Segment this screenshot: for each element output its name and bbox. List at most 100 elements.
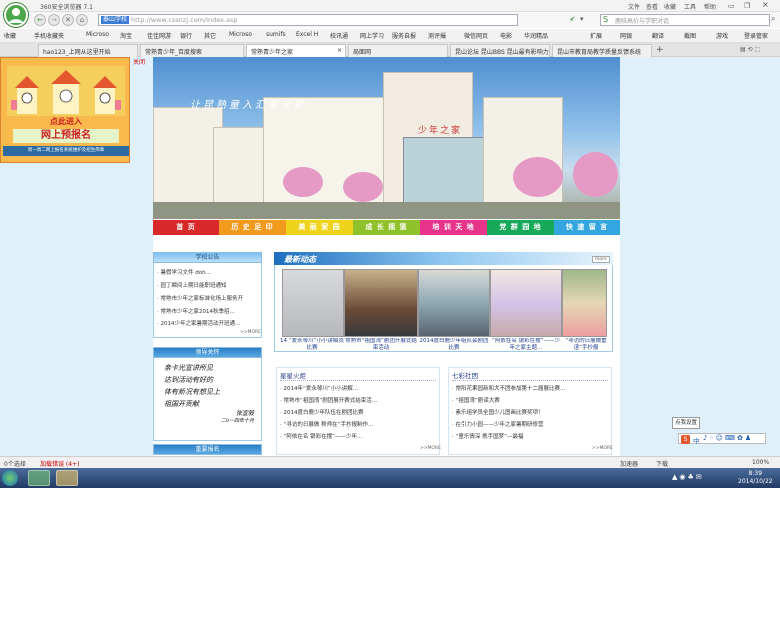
menu-message[interactable]: 快 速 留 言 <box>554 220 620 235</box>
tab-kunshan-bbs[interactable]: 昆山论坛 昆山BBS 昆山最有影响力 <box>450 44 550 57</box>
clubs-item[interactable]: · 常阳花果园新和犬不团参加第十二届展比赛… <box>452 384 608 392</box>
taskbar-folder-icon[interactable] <box>56 470 78 486</box>
menu-tools[interactable]: 工具 <box>684 2 696 11</box>
menu-view[interactable]: 查看 <box>646 2 658 11</box>
toolbar-screenshot[interactable]: 截图 <box>684 31 696 40</box>
bookmark-mobile[interactable]: 手机收藏夹 <box>34 31 64 40</box>
bookmark-huarun[interactable]: 华润精品 <box>524 31 548 40</box>
toolbar-games[interactable]: 游戏 <box>716 31 728 40</box>
notice-more-link[interactable]: >>MORE <box>240 330 261 335</box>
address-bar[interactable]: 泰山学校 http://www.cssnzj.com/index.asp ⚡ <box>98 14 574 26</box>
bookmark-sumifs[interactable]: sumifs <box>266 31 286 38</box>
menu-campus[interactable]: 美 丽 家 园 <box>286 220 353 235</box>
maximize-icon[interactable]: ❐ <box>744 2 750 10</box>
search-engine-icon[interactable]: S <box>603 15 608 24</box>
status-downloads[interactable]: 下载 <box>656 459 668 468</box>
menu-history[interactable]: 历 史 足 印 <box>219 220 286 235</box>
bookmark-service[interactable]: 服务自报 <box>392 31 416 40</box>
forward-icon[interactable]: → <box>48 14 60 26</box>
bookmark-taobao[interactable]: 淘宝 <box>120 31 132 40</box>
clubs-item[interactable]: · 素乐组学员全国少儿图画比赛奖项！ <box>452 408 608 416</box>
stars-item[interactable]: · 2014度白鹿少年队伍在剧团比赛 <box>280 408 436 416</box>
news-caption[interactable]: 2014度白鹿少年组队会剧团比赛 <box>418 338 490 352</box>
notice-item[interactable]: · 常熟市少年之家2014秋季招... <box>157 307 260 315</box>
stars-more-link[interactable]: >>MORE <box>420 446 441 451</box>
notice-item[interactable]: · 园丁瞬间上期日能职班通知 <box>157 281 260 289</box>
taskbar-browser-icon[interactable] <box>28 470 50 486</box>
user-avatar-icon[interactable] <box>4 3 28 27</box>
clubs-item[interactable]: · “童乐情深 携手国梦”—最福 <box>452 432 608 440</box>
back-icon[interactable]: ← <box>34 14 46 26</box>
dropdown-icon[interactable]: ▾ <box>580 15 584 23</box>
taskbar-clock[interactable]: 8:39 2014/10/22 <box>738 470 773 486</box>
news-thumbnail[interactable] <box>418 269 490 337</box>
search-input[interactable]: S 鹿晗高价与学职对话 <box>600 14 770 26</box>
bookmark-school[interactable]: 校讯通 <box>330 31 348 40</box>
status-accelerator[interactable]: 加速器 <box>620 459 638 468</box>
bookmark-evaluation[interactable]: 测评撮 <box>428 31 446 40</box>
news-more-link[interactable]: more <box>592 256 610 263</box>
stars-item[interactable]: · 常熟市“祖国湾”剧团展开赛式结束活… <box>280 396 436 404</box>
bookmark-movies[interactable]: 电影 <box>500 31 512 40</box>
url-text[interactable]: http://www.cssnzj.com/index.asp <box>131 16 238 24</box>
status-zoom[interactable]: 100% <box>752 459 769 466</box>
bookmark-microsoft[interactable]: Microso <box>86 31 109 38</box>
menu-favorites[interactable]: 收藏 <box>664 2 676 11</box>
registration-ad[interactable]: 点此进入 网上预报名 周一周二网上报名系统维护及招生简章 <box>0 57 130 163</box>
ime-toolbar[interactable]: S 中 ♪◦☺⌨✿♟ <box>678 433 766 445</box>
new-tab-button[interactable]: + <box>656 45 664 55</box>
secure-icon[interactable]: ✓ <box>570 15 576 23</box>
stars-item[interactable]: · “阿依在名 银彩在摆”——少年… <box>280 432 436 440</box>
close-window-icon[interactable]: × <box>762 0 769 9</box>
bookmark-excel[interactable]: Excel H <box>296 31 318 38</box>
tab-menu-icon[interactable]: ▤ ⟲ ⬚ <box>740 46 760 53</box>
notice-item[interactable]: · 2014少年之家暑期活动开班通... <box>157 319 260 327</box>
news-thumbnail[interactable] <box>490 269 562 337</box>
clubs-item[interactable]: · “祖国湾”剧读大赛 <box>452 396 608 404</box>
menu-growth[interactable]: 成 长 摇 篮 <box>353 220 420 235</box>
menu-file[interactable]: 文件 <box>628 2 640 11</box>
menu-party[interactable]: 党 群 园 地 <box>487 220 554 235</box>
menu-home[interactable]: 首 页 <box>153 220 219 235</box>
bookmark-bank[interactable]: 银行 <box>180 31 192 40</box>
status-load-errors[interactable]: 加载错误 (4+) <box>40 459 79 468</box>
tab-hao123[interactable]: hao123_上网从这里开始 <box>38 44 138 57</box>
close-ad-link[interactable]: 关闭 <box>133 57 145 66</box>
tab-education-bureau[interactable]: 昆山市教育局教学质量反馈系统 <box>552 44 652 57</box>
notice-item[interactable]: · 暑假学习文件 doh... <box>157 268 260 276</box>
news-caption[interactable]: 14 “爱永琴川”小小讲解员比赛 <box>280 338 344 352</box>
settings-popup-button[interactable]: 点我设置 <box>672 417 700 429</box>
bookmark-favorites[interactable]: 收藏 <box>4 31 16 40</box>
news-thumbnail[interactable] <box>562 269 607 337</box>
close-tab-icon[interactable]: × <box>337 47 342 54</box>
stars-item[interactable]: · 2014年“爱永琴川”小小讲解… <box>280 384 436 392</box>
tab-jumian[interactable]: 局面网 <box>348 44 448 57</box>
tray-icons[interactable]: ▲◉♣✉ <box>672 473 704 481</box>
tab-site-active[interactable]: 常熟青少年之家 × <box>246 44 346 57</box>
bookmark-other[interactable]: 其它 <box>204 31 216 40</box>
bookmark-study[interactable]: 网上学习 <box>360 31 384 40</box>
start-button-icon[interactable] <box>2 470 18 486</box>
news-caption[interactable]: “寻访的日展做重谊”手抄报 <box>562 338 610 352</box>
minimize-icon[interactable]: ▭ <box>728 2 735 10</box>
toolbar-extensions[interactable]: 扩展 <box>590 31 602 40</box>
refresh-icon[interactable]: ✕ <box>62 14 74 26</box>
bookmark-microsoft-2[interactable]: Microso <box>229 31 252 38</box>
tab-baidu-search[interactable]: 常熟青少年_百度搜索 <box>140 44 244 57</box>
toolbar-translate[interactable]: 翻译 <box>652 31 664 40</box>
news-caption[interactable]: “阿依在名 银彩在摆”——少年之家主题… <box>490 338 562 352</box>
search-icon[interactable]: ⌕ <box>771 14 775 24</box>
news-thumbnail[interactable] <box>344 269 418 337</box>
toolbar-netbank[interactable]: 网银 <box>620 31 632 40</box>
home-icon[interactable]: ⌂ <box>76 14 88 26</box>
stars-item[interactable]: · “寻访的日展做 穆师在”手抄报制作… <box>280 420 436 428</box>
menu-training[interactable]: 培 训 天 地 <box>420 220 487 235</box>
toolbar-login-manager[interactable]: 登录管家 <box>744 31 768 40</box>
clubs-item[interactable]: · 在引力小园——少年之家暑期研修营 <box>452 420 608 428</box>
menu-help[interactable]: 帮助 <box>704 2 716 11</box>
news-caption[interactable]: 常熟市“祖国湾”剧团开展式结束活动 <box>344 338 418 352</box>
news-thumbnail[interactable] <box>282 269 344 337</box>
notice-item[interactable]: · 常熟市少年之家标准化场上服务开 <box>157 294 260 302</box>
bookmark-wechat[interactable]: 微信网页 <box>464 31 488 40</box>
bookmark-games[interactable]: 佳佳网游 <box>147 31 171 40</box>
